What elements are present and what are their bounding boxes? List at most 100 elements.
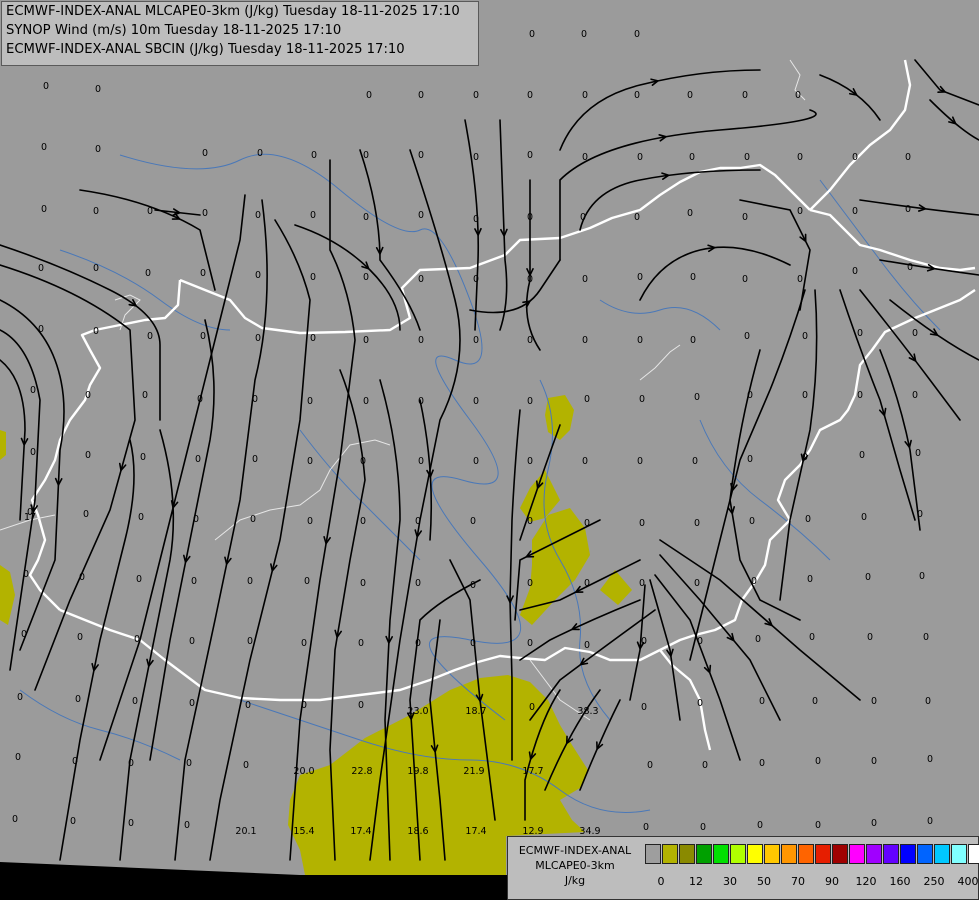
sbcin-label: 0 [250, 514, 256, 525]
cape-area-west1 [0, 430, 6, 460]
cape-label: 19.8 [407, 766, 428, 777]
sbcin-label: 0 [134, 634, 140, 645]
sbcin-label: 0 [418, 396, 424, 407]
legend-tick-label: 30 [723, 875, 737, 888]
color-legend: ECMWF-INDEX-ANAL MLCAPE0-3km J/kg 0 12 30 5… [507, 836, 979, 900]
streamline [99, 194, 246, 761]
sbcin-label: 0 [867, 632, 873, 643]
sbcin-label: 0 [751, 576, 757, 587]
sbcin-label: 0 [802, 452, 808, 463]
streamline [819, 74, 881, 121]
sbcin-label: 0 [23, 569, 29, 580]
sbcin-label: 0 [871, 756, 877, 767]
sbcin-label: 0 [905, 152, 911, 163]
sbcin-label: 0 [41, 204, 47, 215]
sbcin-label: 0 [85, 450, 91, 461]
sbcin-label: 0 [692, 456, 698, 467]
legend-swatch [849, 844, 865, 864]
sbcin-label: 0 [473, 335, 479, 346]
sbcin-label: 0 [85, 390, 91, 401]
sbcin-label: 0 [637, 456, 643, 467]
sbcin-label: 0 [473, 214, 479, 225]
cape-label: 20.0 [293, 766, 314, 777]
sbcin-label: 0 [527, 90, 533, 101]
sbcin-label: 0 [807, 574, 813, 585]
sbcin-label: 0 [140, 452, 146, 463]
sbcin-label: 0 [915, 448, 921, 459]
sbcin-label: 0 [581, 29, 587, 40]
sbcin-label: 0 [815, 820, 821, 831]
sbcin-label: 0 [363, 335, 369, 346]
sbcin-label: 0 [925, 696, 931, 707]
sbcin-label: 0 [637, 335, 643, 346]
sbcin-label: 0 [634, 90, 640, 101]
sbcin-label: 0 [643, 822, 649, 833]
sbcin-label: 0 [418, 210, 424, 221]
streamline [0, 244, 161, 421]
legend-title-2: MLCAPE0-3km [535, 859, 615, 872]
sbcin-label: 0 [247, 576, 253, 587]
streamline [209, 219, 311, 861]
sbcin-label: 0 [95, 84, 101, 95]
sbcin-label: 0 [38, 324, 44, 335]
sbcin-label: 0 [747, 390, 753, 401]
sbcin-label: 0 [912, 390, 918, 401]
sbcin-label: 0 [93, 326, 99, 337]
sbcin-label: 0 [634, 29, 640, 40]
legend-swatch [798, 844, 814, 864]
sbcin-label: 0 [857, 328, 863, 339]
sbcin-label: 0 [418, 456, 424, 467]
sbcin-label: 0 [527, 274, 533, 285]
sbcin-label: 0 [366, 90, 372, 101]
sbcin-label: 0 [307, 516, 313, 527]
sbcin-label: 0 [202, 208, 208, 219]
cape-label: 18.6 [407, 826, 428, 837]
sbcin-label: 0 [307, 396, 313, 407]
legend-tick-label: 400 [957, 875, 979, 888]
sbcin-label: 0 [304, 576, 310, 587]
sbcin-label: 0 [243, 760, 249, 771]
sbcin-label: 0 [83, 509, 89, 520]
sbcin-label: 0 [95, 144, 101, 155]
sbcin-label: 0 [759, 758, 765, 769]
streamline [499, 119, 508, 331]
legend-swatch [815, 844, 831, 864]
cape-area-center4 [600, 570, 632, 605]
sbcin-label: 0 [871, 818, 877, 829]
legend-swatch [951, 844, 967, 864]
streamline [525, 179, 541, 351]
sbcin-label: 0 [184, 820, 190, 831]
sbcin-label: 0 [473, 90, 479, 101]
country-borders [28, 59, 976, 751]
sbcin-label: 0 [473, 274, 479, 285]
sbcin-label: 0 [795, 90, 801, 101]
sbcin-label: 0 [584, 394, 590, 405]
sbcin-label: 0 [136, 574, 142, 585]
legend-tick-label: 12 [689, 875, 703, 888]
sbcin-label: 0 [861, 512, 867, 523]
sbcin-label: 0 [189, 698, 195, 709]
sbcin-label: 0 [310, 333, 316, 344]
sbcin-label: 0 [363, 396, 369, 407]
sbcin-label: 0 [470, 516, 476, 527]
sbcin-label: 0 [927, 754, 933, 765]
legend-swatch [900, 844, 916, 864]
streamline [469, 259, 561, 314]
sbcin-label: 0 [694, 518, 700, 529]
sbcin-label: 0 [30, 385, 36, 396]
streamline [879, 349, 921, 531]
sbcin-label: 0 [93, 206, 99, 217]
sbcin-label: 0 [917, 509, 923, 520]
sbcin-label: 0 [473, 456, 479, 467]
sbcin-label: 0 [757, 820, 763, 831]
sbcin-label: 0 [186, 758, 192, 769]
cape-label: 18.7 [465, 706, 486, 717]
streamline [639, 246, 791, 301]
cape-label: 17.4 [350, 826, 371, 837]
cape-label: 17.4 [465, 826, 486, 837]
legend-ticks: 0 12 30 50 70 90 120 160 250 400 [645, 875, 979, 889]
sbcin-label: 0 [191, 576, 197, 587]
legend-tick-label: 0 [657, 875, 665, 888]
sbcin-label: 0 [93, 263, 99, 274]
cape-area-west2 [0, 565, 15, 625]
